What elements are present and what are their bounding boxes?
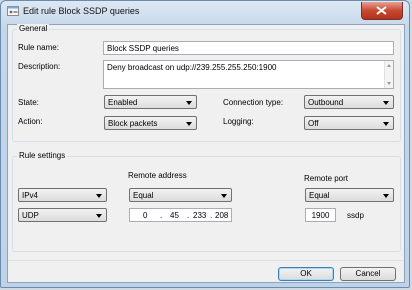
ok-button[interactable]: OK [278, 267, 334, 281]
rule-name-field[interactable]: Block SSDP queries [103, 41, 394, 55]
state-label: State: [18, 98, 39, 107]
ip-dot: . [187, 211, 190, 220]
ip-dot: . [160, 211, 163, 220]
general-legend: General [17, 24, 50, 33]
scroll-down-arrow-icon[interactable] [387, 82, 391, 85]
settings-window-icon [7, 5, 19, 17]
chevron-down-icon [186, 122, 192, 126]
protocol-dropdown[interactable]: UDP [18, 208, 107, 222]
protocol-value: UDP [22, 211, 39, 220]
cancel-button[interactable]: Cancel [340, 267, 396, 281]
remote-port-service-label: ssdp [347, 211, 364, 220]
ip-octet-1[interactable]: 0 [143, 211, 147, 220]
connection-type-value: Outbound [308, 98, 344, 107]
close-icon [376, 6, 387, 15]
rule-settings-group [12, 156, 401, 252]
action-label: Action: [18, 117, 43, 126]
chevron-down-icon [186, 101, 192, 105]
description-text: Deny broadcast on udp://239.255.255.250:… [107, 63, 277, 72]
logging-value: Off [308, 119, 319, 128]
remote-address-label: Remote address [128, 171, 187, 180]
state-value: Enabled [108, 98, 138, 107]
ip-dot: . [210, 211, 213, 220]
edit-rule-window: Edit rule Block SSDP queries General Rul… [0, 0, 410, 288]
chevron-down-icon [383, 101, 389, 105]
connection-type-dropdown[interactable]: Outbound [304, 95, 394, 109]
chevron-down-icon [96, 214, 102, 218]
action-dropdown[interactable]: Block packets [104, 116, 197, 130]
description-field[interactable]: Deny broadcast on udp://239.255.255.250:… [103, 60, 394, 89]
chevron-down-icon [383, 194, 389, 198]
description-scrollbar[interactable] [384, 61, 393, 88]
chevron-down-icon [383, 122, 389, 126]
window-title: Edit rule Block SSDP queries [23, 6, 140, 16]
ip-octet-2[interactable]: 45 [170, 211, 179, 220]
ip-octet-3[interactable]: 233 [193, 211, 206, 220]
scroll-up-arrow-icon[interactable] [387, 64, 391, 67]
action-value: Block packets [108, 119, 158, 128]
title-bar[interactable]: Edit rule Block SSDP queries [1, 1, 409, 23]
remote-port-field[interactable]: 1900 [305, 208, 336, 222]
logging-label: Logging: [223, 117, 254, 126]
ip-version-value: IPv4 [22, 191, 39, 200]
remote-ip-address-field[interactable]: 0 . 45 . 233 . 208 [129, 208, 232, 222]
chevron-down-icon [221, 194, 227, 198]
chevron-down-icon [96, 194, 102, 198]
rule-name-label: Rule name: [18, 43, 59, 52]
ip-version-dropdown[interactable]: IPv4 [18, 188, 107, 202]
remote-port-mode-dropdown[interactable]: Equal [305, 188, 394, 202]
description-label: Description: [18, 62, 61, 71]
dialog-body: General Rule name: Block SSDP queries De… [7, 24, 405, 283]
remote-port-label: Remote port [304, 174, 349, 183]
close-button[interactable] [361, 2, 403, 20]
remote-address-mode-value: Equal [133, 191, 154, 200]
ip-octet-4[interactable]: 208 [215, 211, 228, 220]
logging-dropdown[interactable]: Off [304, 116, 394, 130]
rule-settings-legend: Rule settings [17, 151, 68, 160]
remote-port-mode-value: Equal [309, 191, 330, 200]
state-dropdown[interactable]: Enabled [104, 95, 197, 109]
remote-address-mode-dropdown[interactable]: Equal [129, 188, 232, 202]
connection-type-label: Connection type: [223, 98, 284, 107]
